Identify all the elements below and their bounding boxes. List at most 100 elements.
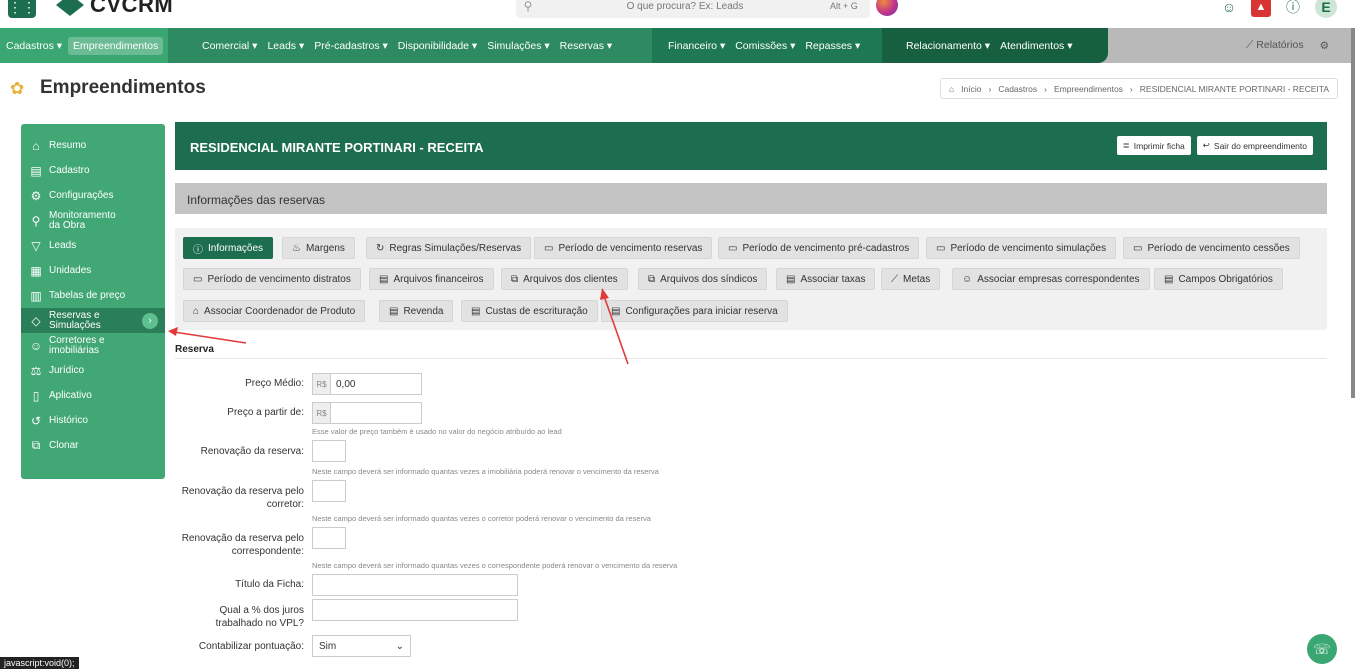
sidebar-item-reservas[interactable]: ◇ Reservas e Simulações › [21,308,165,333]
titulo-ficha-input[interactable] [312,574,518,596]
nav-disponibilidade[interactable]: Disponibilidade ▾ [398,40,477,52]
sidebar-item-monitoramento[interactable]: ⚲ Monitoramento da Obra [21,208,165,233]
tab-vencimento-cessoes[interactable]: ▭ Período de vencimento cessões [1123,237,1300,259]
preco-medio-input[interactable]: R$ 0,00 [312,373,422,395]
users-icon[interactable]: ☺ [1219,0,1239,17]
nav-financeiro[interactable]: Financeiro ▾ [668,40,725,52]
sidebar-item-resumo[interactable]: ⌂ Resumo [21,133,165,158]
logo-mark-icon [56,0,84,16]
renovacao-input[interactable] [312,440,346,462]
nav-cadastros[interactable]: Cadastros ▾ [6,40,62,52]
file-icon: ▤ [1164,273,1174,285]
print-button[interactable]: ≣ Imprimir ficha [1116,136,1191,155]
nav-comercial[interactable]: Comercial ▾ [202,40,257,52]
tab-metas[interactable]: ⟋ Metas [881,268,941,290]
logo[interactable]: CVCRM [56,0,173,18]
apps-grid-icon[interactable]: ⋮⋮ [8,0,36,18]
tab-vencimento-distratos[interactable]: ▭ Período de vencimento distratos [183,268,361,290]
scrollbar[interactable] [1351,28,1355,398]
sidebar-item-label: Corretores e imobiliárias [49,334,105,356]
nav-atendimentos[interactable]: Atendimentos ▾ [1000,40,1072,52]
sidebar-item-aplicativo[interactable]: ▯ Aplicativo [21,383,165,408]
tab-arquivos-clientes[interactable]: ⧉ Arquivos dos clientes [501,268,628,290]
tab-campos-obrigatorios[interactable]: ▤ Campos Obrigatórios [1154,268,1283,290]
sidebar-item-juridico[interactable]: ⚖ Jurídico [21,358,165,383]
history-icon: ↺ [30,413,42,428]
tab-vencimento-pre-cadastros[interactable]: ▭ Período de vencimento pré-cadastros [718,237,920,259]
currency-addon: R$ [313,374,331,394]
titulo-ficha-label: Título da Ficha: [235,579,304,590]
profile-orb[interactable] [876,0,898,16]
alert-icon[interactable]: ▲ [1251,0,1271,17]
tab-regras[interactable]: ↻ Regras Simulações/Reservas [366,237,532,259]
sidebar-item-label: Leads [49,240,77,251]
juros-vpl-input[interactable] [312,599,518,621]
tab-vencimento-reservas[interactable]: ▭ Período de vencimento reservas [534,237,713,259]
sidebar-item-label: Cadastro [49,165,90,176]
nav-group-relacionamento: Relacionamento ▾ Atendimentos ▾ [882,28,1108,63]
renovacao-correspondente-input[interactable] [312,527,346,549]
breadcrumb-empreendimentos[interactable]: Empreendimentos [1054,84,1123,94]
nav-empreendimentos[interactable]: Empreendimentos [68,36,164,55]
nav-reservas[interactable]: Reservas ▾ [560,40,613,52]
tab-config-iniciar-reserva[interactable]: ▤ Configurações para iniciar reserva [601,300,788,322]
breadcrumb-cadastros[interactable]: Cadastros [998,84,1037,94]
nav-relacionamento[interactable]: Relacionamento ▾ [906,40,990,52]
tab-arquivos-sindicos[interactable]: ⧉ Arquivos dos síndicos [638,268,768,290]
tab-arquivos-financeiros[interactable]: ▤ Arquivos financeiros [369,268,494,290]
nav-comissoes[interactable]: Comissões ▾ [735,40,795,52]
tab-label: Arquivos financeiros [393,273,484,285]
renovacao-label: Renovação da reserva: [200,446,304,457]
tab-margens[interactable]: ♨ Margens [282,237,355,259]
tab-associar-taxas[interactable]: ▤ Associar taxas [776,268,876,290]
sidebar-item-leads[interactable]: ▽ Leads [21,233,165,258]
renovacao-correspondente-label: Renovação da reserva pelo correspondente… [181,533,304,557]
sidebar-item-cadastro[interactable]: ▤ Cadastro [21,158,165,183]
sidebar-item-unidades[interactable]: ▦ Unidades [21,258,165,283]
sidebar-item-historico[interactable]: ↺ Histórico [21,408,165,433]
tab-coordenador-produto[interactable]: ⌂ Associar Coordenador de Produto [183,300,366,322]
nav-repasses[interactable]: Repasses ▾ [805,40,860,52]
breadcrumb-inicio[interactable]: Início [961,84,981,94]
sidebar-item-label: Resumo [49,140,87,151]
sidebar-item-label: Tabelas de preço [49,290,126,301]
chart-icon: ⟋ [891,273,898,285]
sidebar-item-corretores[interactable]: ☺ Corretores e imobiliárias [21,333,165,358]
settings-icon[interactable]: ⚙ [1320,40,1329,52]
preco-apartir-input[interactable]: R$ [312,402,422,424]
renovacao-corretor-input[interactable] [312,480,346,502]
breadcrumb-separator-icon: › [1044,83,1047,94]
tab-revenda[interactable]: ▤ Revenda [379,300,454,322]
tab-empresas-correspondentes[interactable]: ☺ Associar empresas correspondentes [952,268,1150,290]
tab-label: Campos Obrigatórios [1178,273,1273,285]
sidebar-item-clonar[interactable]: ⧉ Clonar [21,433,165,458]
sidebar-item-label: Unidades [49,265,92,276]
chat-icon[interactable]: ☏ [1307,634,1337,664]
nav-simulacoes[interactable]: Simulações ▾ [487,40,549,52]
tab-vencimento-simulacoes[interactable]: ▭ Período de vencimento simulações [926,237,1117,259]
sidebar-item-tabelas[interactable]: ▥ Tabelas de preço [21,283,165,308]
preco-medio-value: 0,00 [336,378,356,390]
building-icon: ✿ [10,79,25,98]
tab-label: Configurações para iniciar reserva [625,305,778,317]
preco-medio-label: Preço Médio: [245,378,304,389]
exit-project-button[interactable]: ↩ Sair do empreendimento [1196,136,1313,155]
search-input[interactable]: ⚲ O que procura? Ex: Leads Alt + G [516,0,870,18]
reports-link[interactable]: ⟋ Relatórios [1246,39,1304,52]
sidebar-item-configuracoes[interactable]: ⚙ Configurações [21,183,165,208]
info-icon[interactable]: ⓘ [1283,0,1303,17]
tab-informacoes[interactable]: ⓘ Informações [183,237,274,259]
file-icon: ▤ [611,305,621,317]
calendar-icon: ▭ [936,242,946,254]
nav-leads[interactable]: Leads ▾ [267,40,304,52]
nav-pre-cadastros[interactable]: Pré-cadastros ▾ [314,40,388,52]
user-avatar[interactable]: E [1315,0,1337,18]
pontuacao-select[interactable]: Sim ⌄ [312,635,411,657]
sidebar-item-label: Jurídico [49,365,85,376]
tab-custas-escrituracao[interactable]: ▤ Custas de escrituração [461,300,598,322]
people-icon: ☺ [29,338,43,353]
home-icon: ⌂ [32,138,40,153]
sidebar-item-label: Aplicativo [49,390,92,401]
file-icon: ▤ [471,305,481,317]
tab-label: Período de vencimento cessões [1147,242,1290,254]
